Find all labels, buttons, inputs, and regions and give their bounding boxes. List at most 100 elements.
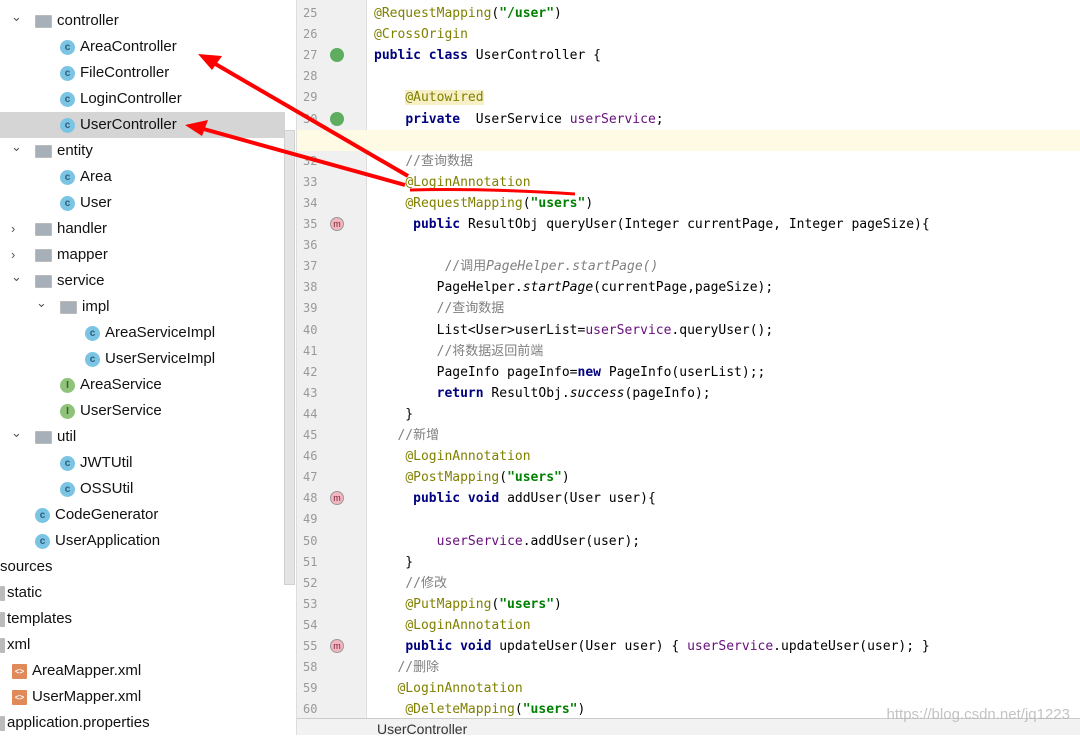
tree-item[interactable]: c AreaServiceImpl <box>0 320 285 346</box>
code-line[interactable]: @RequestMapping("/user") <box>368 3 1080 24</box>
tree-item[interactable]: › handler <box>0 216 285 242</box>
tree-item[interactable]: <> AreaMapper.xml <box>0 658 285 684</box>
code-token: .updateUser(user); } <box>773 639 930 654</box>
tree-item[interactable]: application.properties <box>0 710 285 735</box>
spring-bean-icon[interactable] <box>330 48 344 63</box>
code-line[interactable]: } <box>368 404 1080 425</box>
code-editor[interactable]: @RequestMapping("/user") @CrossOrigin publ… <box>297 0 1080 718</box>
method-override-icon[interactable]: m <box>330 491 344 506</box>
tree-item[interactable]: ⌄ controller <box>0 8 285 34</box>
tree-item[interactable]: I UserService <box>0 398 285 424</box>
tree-item[interactable]: ⌄ impl <box>0 294 285 320</box>
code-line[interactable]: userService.addUser(user); <box>368 531 1080 552</box>
code-line[interactable] <box>368 66 1080 87</box>
code-token: userService <box>585 322 672 338</box>
code-line[interactable]: private UserService userService; <box>368 109 1080 130</box>
tree-item[interactable]: c AreaController <box>0 34 285 60</box>
tree-item[interactable]: c UserServiceImpl <box>0 346 285 372</box>
code-line[interactable]: public void addUser(User user){ <box>368 488 1080 509</box>
method-override-icon[interactable]: m <box>330 217 344 231</box>
tree-item[interactable]: ⌄ util <box>0 424 285 450</box>
code-line[interactable]: @CrossOrigin <box>368 24 1080 45</box>
line-number: 40 <box>303 322 318 337</box>
code-line[interactable]: //查询数据 <box>368 298 1080 319</box>
code-line[interactable]: return ResultObj.success(pageInfo); <box>368 383 1080 404</box>
code-line[interactable]: //新增 <box>368 425 1080 446</box>
tree-item[interactable]: c OSSUtil <box>0 476 285 502</box>
code-line[interactable] <box>368 235 1080 256</box>
class-icon: c <box>60 456 75 471</box>
code-token: @CrossOrigin <box>374 27 468 43</box>
chevron-down-icon[interactable]: ⌄ <box>36 290 47 316</box>
chevron-down-icon[interactable]: ⌄ <box>11 4 22 30</box>
tree-scrollbar[interactable] <box>284 130 295 585</box>
code-line[interactable]: @LoginAnnotation <box>368 615 1080 636</box>
code-line[interactable]: PageInfo pageInfo=new PageInfo(userList)… <box>368 362 1080 383</box>
tree-item[interactable]: c JWTUtil <box>0 450 285 476</box>
code-line[interactable]: PageHelper.startPage(currentPage,pageSiz… <box>368 277 1080 298</box>
tree-item[interactable]: I AreaService <box>0 372 285 398</box>
code-line[interactable]: public void updateUser(User user) { user… <box>368 636 1080 657</box>
line-number: 29 <box>303 90 318 105</box>
code-line[interactable]: @RequestMapping("users") <box>368 193 1080 214</box>
tree-item[interactable]: › mapper <box>0 242 285 268</box>
tree-item-label: mapper <box>57 246 108 263</box>
code-token: PageInfo(userList);; <box>608 364 766 380</box>
code-line[interactable] <box>297 129 1080 151</box>
tree-item[interactable]: <> UserMapper.xml <box>0 684 285 710</box>
tree-item-label: templates <box>7 610 73 627</box>
tree-item[interactable]: xml <box>0 632 285 658</box>
code-line[interactable]: @Autowired <box>368 87 1080 108</box>
method-override-icon[interactable]: m <box>330 639 344 653</box>
tree-item[interactable]: c UserController <box>0 112 285 138</box>
code-line[interactable]: public ResultObj queryUser(Integer curre… <box>368 214 1080 235</box>
code-token: //修改 <box>405 575 447 591</box>
interface-icon: I <box>60 404 75 419</box>
code-line[interactable]: @LoginAnnotation <box>368 172 1080 193</box>
tree-item-label: controller <box>57 12 119 29</box>
code-line[interactable]: //删除 <box>368 657 1080 678</box>
tree-item[interactable]: c Area <box>0 164 285 190</box>
tree-item[interactable]: c LoginController <box>0 86 285 112</box>
code-token: (currentPage,pageSize); <box>593 280 774 296</box>
chevron-right-icon[interactable]: › <box>11 216 15 242</box>
tree-item[interactable]: c FileController <box>0 60 285 86</box>
code-line[interactable]: public class UserController { <box>368 45 1080 66</box>
code-token: "users" <box>530 195 586 211</box>
code-line[interactable]: //调用PageHelper.startPage() <box>368 256 1080 277</box>
line-number: 25 <box>303 6 318 20</box>
tree-item[interactable]: c CodeGenerator <box>0 502 285 528</box>
tree-item[interactable]: ⌄ entity <box>0 138 285 164</box>
line-number: 27 <box>303 48 318 63</box>
code-line[interactable]: //修改 <box>368 573 1080 594</box>
chevron-down-icon[interactable]: ⌄ <box>11 420 22 446</box>
code-line[interactable]: @LoginAnnotation <box>368 678 1080 699</box>
tree-item-label: LoginController <box>80 90 182 107</box>
code-line[interactable]: @PostMapping("users") <box>368 467 1080 488</box>
line-number: 47 <box>303 470 318 485</box>
chevron-down-icon[interactable]: ⌄ <box>11 134 22 160</box>
code-line[interactable]: @PutMapping("users") <box>368 594 1080 615</box>
line-number: 52 <box>303 575 318 590</box>
code-token: ) <box>577 702 586 718</box>
code-token: @Autowired <box>405 90 484 106</box>
spring-bean-icon[interactable] <box>330 111 344 126</box>
tree-item[interactable]: c UserApplication <box>0 528 285 554</box>
tree-item[interactable]: c User <box>0 190 285 216</box>
chevron-down-icon[interactable]: ⌄ <box>11 264 22 290</box>
code-line[interactable]: @LoginAnnotation <box>368 446 1080 467</box>
tree-item[interactable]: static <box>0 580 285 606</box>
code-line[interactable] <box>368 509 1080 530</box>
code-line[interactable]: //查询数据 <box>368 151 1080 172</box>
tree-item[interactable]: templates <box>0 606 285 632</box>
tree-item[interactable]: sources <box>0 554 285 580</box>
code-line[interactable]: //将数据返回前端 <box>368 341 1080 362</box>
code-line[interactable]: } <box>368 552 1080 573</box>
code-token: .queryUser(); <box>671 322 774 338</box>
code-line[interactable]: List<User>userList=userService.queryUser… <box>368 320 1080 341</box>
